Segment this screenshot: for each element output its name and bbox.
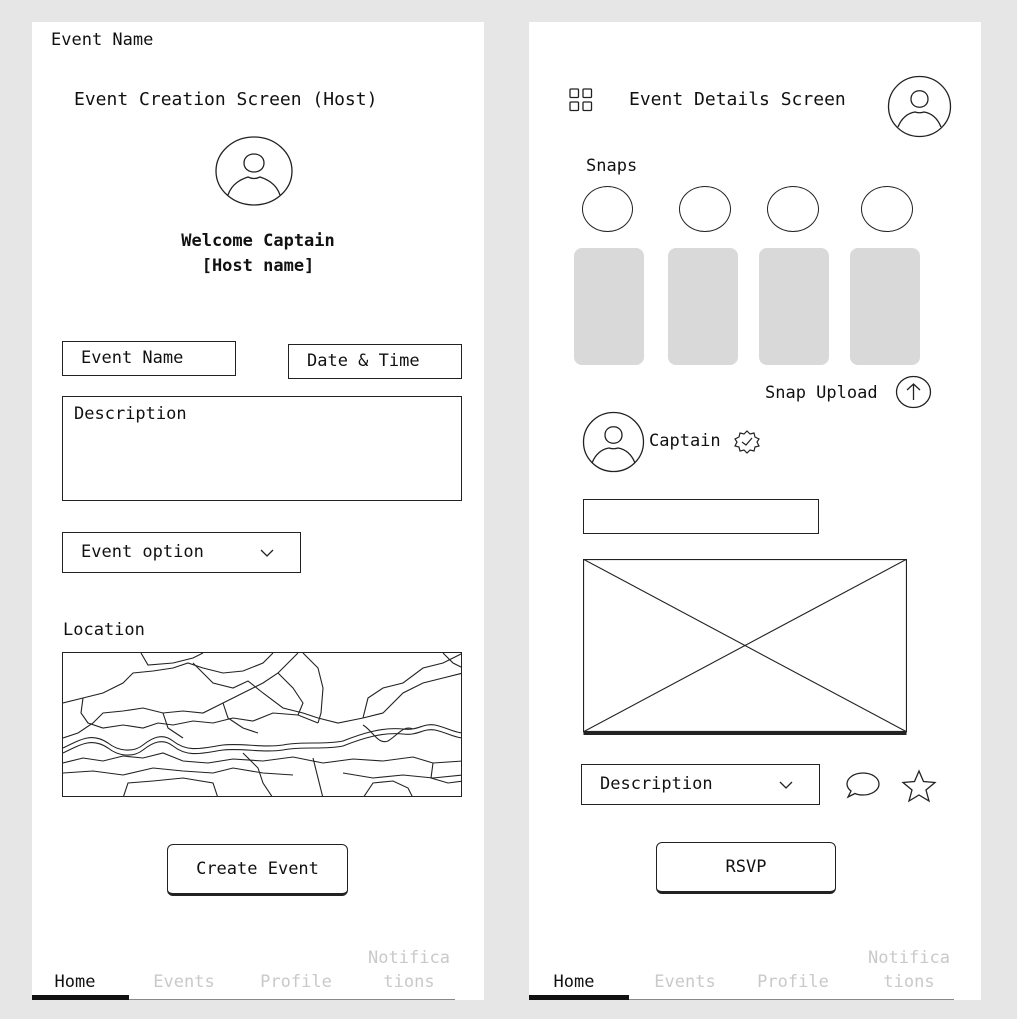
comment-input[interactable] [583,499,819,534]
tab-notifications[interactable]: Notifica tions [357,946,461,994]
date-time-field-label: Date & Time [307,351,420,371]
snap-card[interactable] [668,248,738,365]
event-creation-screen: Event Name Event Creation Screen (Host) … [32,22,484,1000]
tab-active-indicator [529,995,629,1000]
tab-events[interactable]: Events [637,970,733,994]
tab-notifications[interactable]: Notifica tions [855,946,963,994]
welcome-heading: Welcome Captain [Host name] [32,229,484,279]
chevron-down-icon [260,549,274,557]
tab-profile[interactable]: Profile [745,970,841,994]
event-name-field[interactable]: Event Name [62,341,236,376]
event-option-label: Event option [81,542,204,562]
snap-card[interactable] [759,248,829,365]
page-title: Event Creation Screen (Host) [74,89,378,110]
welcome-line-1: Welcome Captain [181,231,335,251]
description-select[interactable]: Description [581,764,820,805]
snaps-label: Snaps [586,156,638,176]
tab-events[interactable]: Events [136,970,232,994]
event-details-screen: Event Details Screen Snaps Snap Upload C… [529,22,981,1000]
description-select-label: Description [600,774,713,794]
bottom-tab-bar: Home Events Profile Notifica tions [32,940,484,1000]
welcome-line-2: [Host name] [201,256,315,276]
captain-avatar-icon[interactable] [582,411,645,473]
tab-active-indicator [32,995,129,1000]
create-event-button[interactable]: Create Event [167,844,348,896]
avatar-icon[interactable] [214,135,294,207]
snap-card[interactable] [574,248,644,365]
description-field[interactable]: Description [62,396,462,501]
avatar-icon[interactable] [887,75,952,138]
snap-story-circle[interactable] [679,186,731,232]
screen-corner-label: Event Name [51,30,154,50]
snap-upload-button[interactable]: Snap Upload [765,375,935,409]
rsvp-button[interactable]: RSVP [656,842,836,894]
chevron-down-icon [779,781,793,789]
description-field-label: Description [74,404,187,424]
image-placeholder [582,558,908,735]
page-title: Event Details Screen [629,89,846,110]
bottom-tab-bar: Home Events Profile Notifica tions [529,940,981,1000]
event-option-select[interactable]: Event option [62,532,301,573]
snap-story-circle[interactable] [861,186,913,232]
snap-story-circle[interactable] [767,186,819,232]
event-name-field-label: Event Name [81,348,184,368]
verified-badge-icon [734,430,760,454]
location-map[interactable] [62,652,462,797]
star-icon[interactable] [899,768,939,804]
tab-profile[interactable]: Profile [248,970,344,994]
snap-story-circle[interactable] [582,186,633,232]
map-outline [63,653,461,796]
upload-arrow-icon [895,375,932,409]
date-time-field[interactable]: Date & Time [288,344,462,379]
comment-bubble-icon[interactable] [845,770,881,800]
location-label: Location [63,620,145,640]
tab-home[interactable]: Home [529,970,619,994]
grid-icon[interactable] [569,88,593,112]
snap-upload-label: Snap Upload [765,383,878,403]
snap-card[interactable] [850,248,920,365]
captain-name: Captain [649,431,721,451]
tab-home[interactable]: Home [32,970,118,994]
